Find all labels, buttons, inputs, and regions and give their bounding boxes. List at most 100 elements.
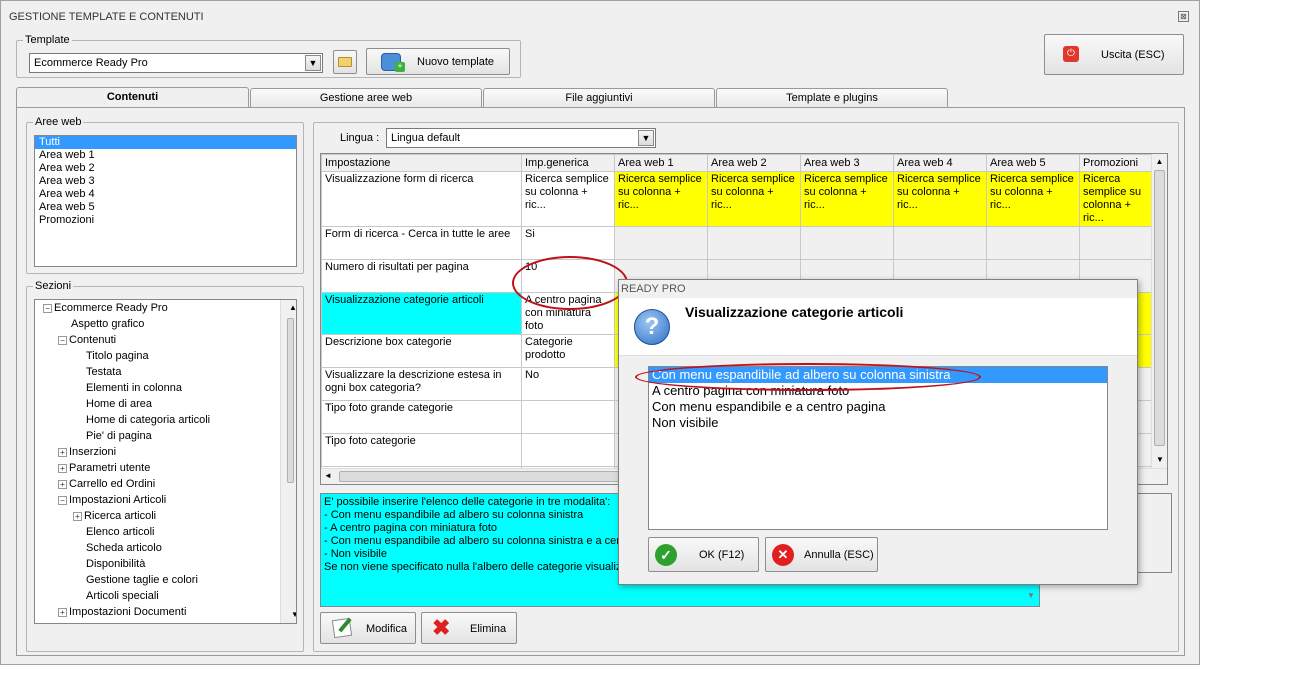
column-header[interactable]: Area web 1 — [614, 154, 708, 172]
column-header[interactable]: Area web 2 — [707, 154, 801, 172]
tree-item[interactable]: Elenco articoli — [39, 524, 296, 540]
cancel-button[interactable]: ✕ Annulla (ESC) — [765, 537, 878, 572]
chevron-down-icon[interactable]: ▼ — [638, 130, 654, 146]
setting-name-cell[interactable]: Form di ricerca - Cerca in tutte le aree — [321, 226, 522, 260]
ok-button[interactable]: ✓ OK (F12) — [648, 537, 759, 572]
generic-value-cell[interactable]: Categorie prodotto — [521, 334, 615, 368]
area-value-cell[interactable] — [986, 226, 1080, 260]
list-item[interactable]: Non visibile — [649, 415, 1107, 431]
tree-item[interactable]: Titolo pagina — [39, 348, 296, 364]
collapse-icon[interactable]: − — [58, 335, 67, 345]
generic-value-cell[interactable] — [521, 400, 615, 434]
scroll-left-icon[interactable]: ◄ — [324, 471, 332, 480]
area-value-cell[interactable]: Ricerca semplice su colonna + ric... — [1079, 171, 1154, 227]
aree-web-list[interactable]: Tutti Area web 1 Area web 2 Area web 3 A… — [34, 135, 297, 267]
list-item[interactable]: Promozioni — [35, 214, 296, 227]
area-value-cell[interactable]: Ricerca semplice su colonna + ric... — [614, 171, 708, 227]
expand-icon[interactable]: + — [58, 607, 67, 617]
tree-item[interactable]: + Impostazioni Documenti — [39, 604, 296, 620]
grid-vscrollbar[interactable]: ▲ ▼ — [1151, 154, 1167, 468]
area-value-cell[interactable] — [614, 226, 708, 260]
area-value-cell[interactable] — [707, 226, 801, 260]
scroll-thumb[interactable] — [1154, 170, 1165, 446]
new-template-button[interactable]: + Nuovo template — [366, 48, 510, 75]
lingua-select[interactable]: Lingua default ▼ — [386, 128, 656, 148]
area-value-cell[interactable] — [800, 226, 894, 260]
tree-item[interactable]: Home di categoria articoli — [39, 412, 296, 428]
chevron-down-icon[interactable]: ▼ — [1024, 591, 1038, 605]
column-header[interactable]: Area web 5 — [986, 154, 1080, 172]
area-value-cell[interactable]: Ricerca semplice su colonna + ric... — [707, 171, 801, 227]
elimina-button[interactable]: ✖ Elimina — [421, 612, 517, 644]
scroll-up-icon[interactable]: ▲ — [1152, 154, 1167, 170]
tree-item[interactable]: − Impostazioni Articoli — [39, 492, 296, 508]
column-header[interactable]: Area web 4 — [893, 154, 987, 172]
open-folder-button[interactable] — [333, 50, 357, 74]
collapse-icon[interactable]: − — [43, 303, 52, 313]
tab-template-plugins[interactable]: Template e plugins — [716, 88, 948, 108]
list-item[interactable]: Tutti — [35, 136, 296, 149]
template-select[interactable]: Ecommerce Ready Pro ▼ — [29, 53, 323, 73]
expand-icon[interactable]: + — [58, 479, 67, 489]
tree-scrollbar[interactable]: ▲ ▼ — [280, 300, 296, 623]
area-value-cell[interactable]: Ricerca semplice su colonna + ric... — [893, 171, 987, 227]
setting-name-cell[interactable]: Visualizzazione categorie articoli — [321, 292, 522, 335]
tree-item[interactable]: + Ricerca articoli — [39, 508, 296, 524]
tree-item[interactable]: + Parametri utente — [39, 460, 296, 476]
tree-item[interactable]: Disponibilità — [39, 556, 296, 572]
dialog-options-list[interactable]: Con menu espandibile ad albero su colonn… — [648, 366, 1108, 530]
expand-icon[interactable]: + — [58, 463, 67, 473]
tree-item[interactable]: Testata — [39, 364, 296, 380]
generic-value-cell[interactable]: Ricerca semplice su colonna + ric... — [521, 171, 615, 227]
tree-item[interactable]: + Inserzioni — [39, 444, 296, 460]
list-item[interactable]: Area web 3 — [35, 175, 296, 188]
column-header[interactable]: Area web 3 — [800, 154, 894, 172]
tree-item[interactable]: − Contenuti — [39, 332, 296, 348]
expand-icon[interactable]: + — [73, 511, 82, 521]
setting-name-cell[interactable]: Tipo foto categorie — [321, 433, 522, 467]
area-value-cell[interactable]: Ricerca semplice su colonna + ric... — [800, 171, 894, 227]
tree-item[interactable]: Scheda articolo — [39, 540, 296, 556]
tree-item[interactable]: − Ecommerce Ready Pro — [39, 300, 296, 316]
tab-contenuti[interactable]: Contenuti — [16, 87, 249, 109]
scroll-thumb[interactable] — [287, 318, 294, 483]
column-header[interactable]: Impostazione — [321, 154, 522, 172]
expand-icon[interactable]: + — [58, 447, 67, 457]
collapse-icon[interactable]: − — [58, 495, 67, 505]
column-header[interactable]: Imp.generica — [521, 154, 615, 172]
chevron-down-icon[interactable]: ▼ — [305, 55, 321, 71]
tree-item[interactable]: Gestione taglie e colori — [39, 572, 296, 588]
generic-value-cell[interactable] — [521, 433, 615, 467]
area-value-cell[interactable] — [1079, 226, 1154, 260]
generic-value-cell[interactable]: Si — [521, 226, 615, 260]
scroll-thumb[interactable] — [339, 471, 619, 482]
tree-item[interactable]: Home di area — [39, 396, 296, 412]
tab-gestione-aree-web[interactable]: Gestione aree web — [250, 88, 482, 108]
sezioni-tree[interactable]: − Ecommerce Ready Pro Aspetto grafico − Cont… — [34, 299, 297, 624]
table-row[interactable]: Form di ricerca - Cerca in tutte le aree… — [321, 226, 1154, 260]
setting-name-cell[interactable]: Visualizzare la descrizione estesa in og… — [321, 367, 522, 401]
tree-item[interactable]: Aspetto grafico — [39, 316, 296, 332]
table-row[interactable]: Visualizzazione form di ricerca Ricerca s… — [321, 171, 1154, 227]
scroll-up-icon[interactable]: ▲ — [285, 300, 296, 316]
setting-name-cell[interactable]: Tipo foto grande categorie — [321, 400, 522, 434]
scroll-down-icon[interactable]: ▼ — [1152, 452, 1167, 468]
modifica-button[interactable]: Modifica — [320, 612, 416, 644]
tree-item[interactable]: Articoli speciali — [39, 588, 296, 604]
tree-item[interactable]: + Carrello ed Ordini — [39, 476, 296, 492]
area-value-cell[interactable]: Ricerca semplice su colonna + ric... — [986, 171, 1080, 227]
setting-name-cell[interactable]: Descrizione box categorie — [321, 334, 522, 368]
setting-name-cell[interactable]: Visualizzazione form di ricerca — [321, 171, 522, 227]
list-item[interactable]: Area web 2 — [35, 162, 296, 175]
setting-name-cell[interactable]: Numero di risultati per pagina — [321, 259, 522, 293]
tab-file-aggiuntivi[interactable]: File aggiuntivi — [483, 88, 715, 108]
exit-button[interactable]: ⏻ Uscita (ESC) — [1044, 34, 1184, 75]
column-header[interactable]: Promozioni — [1079, 154, 1154, 172]
generic-value-cell[interactable]: No — [521, 367, 615, 401]
scroll-down-icon[interactable]: ▼ — [285, 607, 296, 623]
list-item[interactable]: Area web 4 — [35, 188, 296, 201]
list-item[interactable]: Area web 5 — [35, 201, 296, 214]
area-value-cell[interactable] — [893, 226, 987, 260]
list-item[interactable]: Con menu espandibile e a centro pagina — [649, 399, 1107, 415]
close-icon[interactable]: ⊠ — [1178, 11, 1189, 22]
